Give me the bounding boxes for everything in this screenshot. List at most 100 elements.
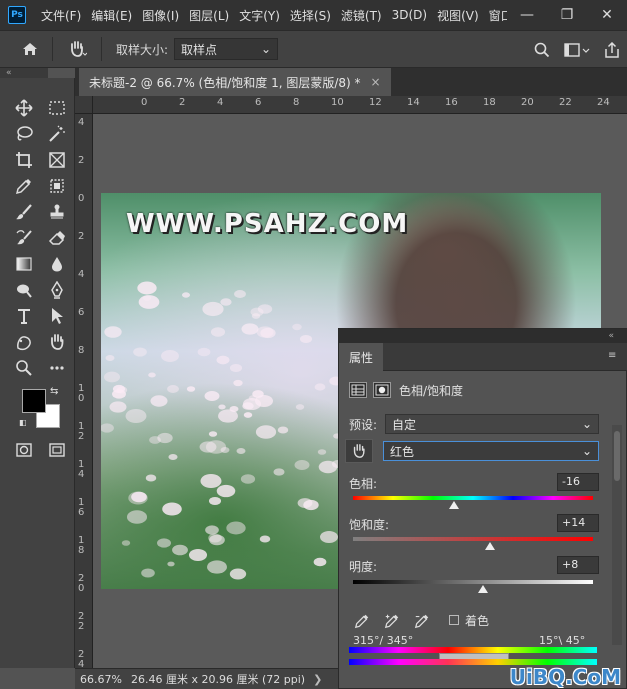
swap-colors-icon[interactable]: ⇆ xyxy=(50,386,62,398)
flower-petal xyxy=(243,412,252,418)
flower-petal xyxy=(125,408,147,423)
flower-petal xyxy=(241,322,259,335)
crop-tool-icon[interactable] xyxy=(10,148,38,172)
lasso-tool-icon[interactable] xyxy=(10,122,38,146)
ruler-left-label: 1 6 xyxy=(78,497,85,518)
zoom-level[interactable]: 66.67% xyxy=(75,673,125,686)
zoom-tool-icon[interactable] xyxy=(10,356,38,380)
marquee-tool-icon[interactable] xyxy=(43,96,71,120)
saturation-slider-track[interactable] xyxy=(353,537,593,541)
flower-petal xyxy=(260,535,271,543)
menu-image[interactable]: 图像(I) xyxy=(137,7,184,24)
frame-tool-icon[interactable] xyxy=(43,148,71,172)
flower-petal xyxy=(217,484,236,497)
menu-filter[interactable]: 滤镜(T) xyxy=(336,7,387,24)
home-icon[interactable] xyxy=(12,31,48,67)
flower-petal xyxy=(216,355,230,365)
type-tool-icon[interactable] xyxy=(10,304,38,328)
blur-tool-icon[interactable] xyxy=(43,252,71,276)
colorize-checkbox[interactable] xyxy=(449,615,459,625)
lightness-slider-thumb[interactable] xyxy=(477,585,488,593)
menu-edit[interactable]: 编辑(E) xyxy=(86,7,137,24)
range-right-degrees: 15°\ 45° xyxy=(539,634,586,647)
adjustment-header: 色相/饱和度 xyxy=(349,379,463,401)
share-icon[interactable] xyxy=(597,35,627,65)
hue-value-field[interactable]: -16 xyxy=(557,473,599,491)
flower-petal xyxy=(234,290,247,298)
move-tool-icon[interactable] xyxy=(10,96,38,120)
eyedropper-icon[interactable] xyxy=(353,612,371,630)
hand-tool-icon[interactable] xyxy=(43,330,71,354)
ruler-vertical[interactable]: 4 2 0 2 4 6 8 1 0 1 2 1 4 1 6 1 8 2 0 2 2 2 4 xyxy=(75,114,93,668)
options-bar: 取样大小: 取样点 ⌄ xyxy=(0,30,627,68)
panel-collapse[interactable]: « xyxy=(339,329,627,343)
ruler-horizontal[interactable]: 0246810121416182022242628 xyxy=(93,96,627,114)
hue-slider-track[interactable] xyxy=(353,496,593,500)
menu-select[interactable]: 选择(S) xyxy=(285,7,336,24)
status-menu-arrow-icon[interactable]: ❯ xyxy=(313,673,322,686)
sample-size-select[interactable]: 取样点 ⌄ xyxy=(174,38,279,60)
preset-select[interactable]: 自定 ⌄ xyxy=(385,414,599,434)
ruler-left-label: 2 2 xyxy=(78,611,85,632)
workspace-icon[interactable] xyxy=(557,35,597,65)
close-icon[interactable]: × xyxy=(371,75,381,89)
site-watermark-text: UiBQ.CoM xyxy=(509,665,621,689)
menu-type[interactable]: 文字(Y) xyxy=(234,7,285,24)
panel-scrollbar[interactable] xyxy=(612,425,622,645)
screen-mode-icon[interactable] xyxy=(43,438,71,462)
hue-saturation-adjustment-icon[interactable] xyxy=(349,382,367,398)
menu-bar: Ps 文件(F) 编辑(E) 图像(I) 图层(L) 文字(Y) 选择(S) 滤… xyxy=(0,0,627,30)
tab-properties[interactable]: 属性 xyxy=(339,343,384,371)
eyedropper-subtract-icon[interactable] xyxy=(413,612,431,630)
flower-petal xyxy=(204,391,220,402)
history-brush-tool-icon[interactable] xyxy=(10,226,38,250)
spot-healing-tool-icon[interactable] xyxy=(43,174,71,198)
pen-tool-icon[interactable] xyxy=(43,278,71,302)
saturation-slider-thumb[interactable] xyxy=(484,542,495,550)
channel-select[interactable]: 红色 ⌄ xyxy=(383,441,599,461)
hue-slider-thumb[interactable] xyxy=(448,501,459,509)
ruler-corner[interactable] xyxy=(75,96,93,114)
lightness-slider-track[interactable] xyxy=(353,580,593,584)
flower-petal xyxy=(294,460,310,471)
dodge-tool-icon[interactable] xyxy=(10,278,38,302)
photoshop-logo-icon[interactable]: Ps xyxy=(8,6,26,24)
gradient-tool-icon[interactable] xyxy=(10,252,38,276)
menu-3d[interactable]: 3D(D) xyxy=(387,8,432,22)
layer-mask-icon[interactable] xyxy=(373,382,391,398)
restore-button[interactable]: ❐ xyxy=(547,0,587,30)
minimize-button[interactable]: — xyxy=(507,0,547,30)
hand-icon[interactable] xyxy=(57,31,97,67)
flower-petal xyxy=(188,548,207,561)
quick-mask-icon[interactable] xyxy=(10,438,38,462)
scrollbar-thumb[interactable] xyxy=(614,431,620,481)
lightness-value-field[interactable]: +8 xyxy=(557,556,599,574)
close-button[interactable]: ✕ xyxy=(587,0,627,30)
ruler-left-label: 1 8 xyxy=(78,535,85,556)
document-tab[interactable]: 未标题-2 @ 66.7% (色相/饱和度 1, 图层蒙版/8) * × xyxy=(79,68,391,96)
more-tools-icon[interactable] xyxy=(43,356,71,380)
eraser-tool-icon[interactable] xyxy=(43,226,71,250)
shape-tool-icon[interactable] xyxy=(10,330,38,354)
targeted-adjustment-hand-icon[interactable] xyxy=(345,439,373,463)
search-icon[interactable] xyxy=(527,35,557,65)
colorize-label: 着色 xyxy=(465,614,490,628)
saturation-value-field[interactable]: +14 xyxy=(557,514,599,532)
panel-menu-icon[interactable]: ≡ xyxy=(608,351,620,361)
foreground-color-swatch[interactable] xyxy=(22,389,46,413)
eyedropper-add-icon[interactable] xyxy=(383,612,401,630)
menu-view[interactable]: 视图(V) xyxy=(432,7,484,24)
flower-petal xyxy=(256,326,274,338)
magic-wand-tool-icon[interactable] xyxy=(43,122,71,146)
menu-layer[interactable]: 图层(L) xyxy=(184,7,234,24)
clone-stamp-tool-icon[interactable] xyxy=(43,200,71,224)
properties-tab-bar: 属性 ≡ xyxy=(339,343,627,371)
path-selection-tool-icon[interactable] xyxy=(43,304,71,328)
menu-file[interactable]: 文件(F) xyxy=(36,7,86,24)
default-colors-icon[interactable]: ◧ xyxy=(19,418,29,428)
toolbar-collapse[interactable]: « xyxy=(0,68,48,78)
document-tab-bar: 未标题-2 @ 66.7% (色相/饱和度 1, 图层蒙版/8) * × xyxy=(75,68,627,96)
ruler-left-label: 1 0 xyxy=(78,383,85,404)
brush-tool-icon[interactable] xyxy=(10,200,38,224)
eyedropper-tool-icon[interactable] xyxy=(10,174,38,198)
